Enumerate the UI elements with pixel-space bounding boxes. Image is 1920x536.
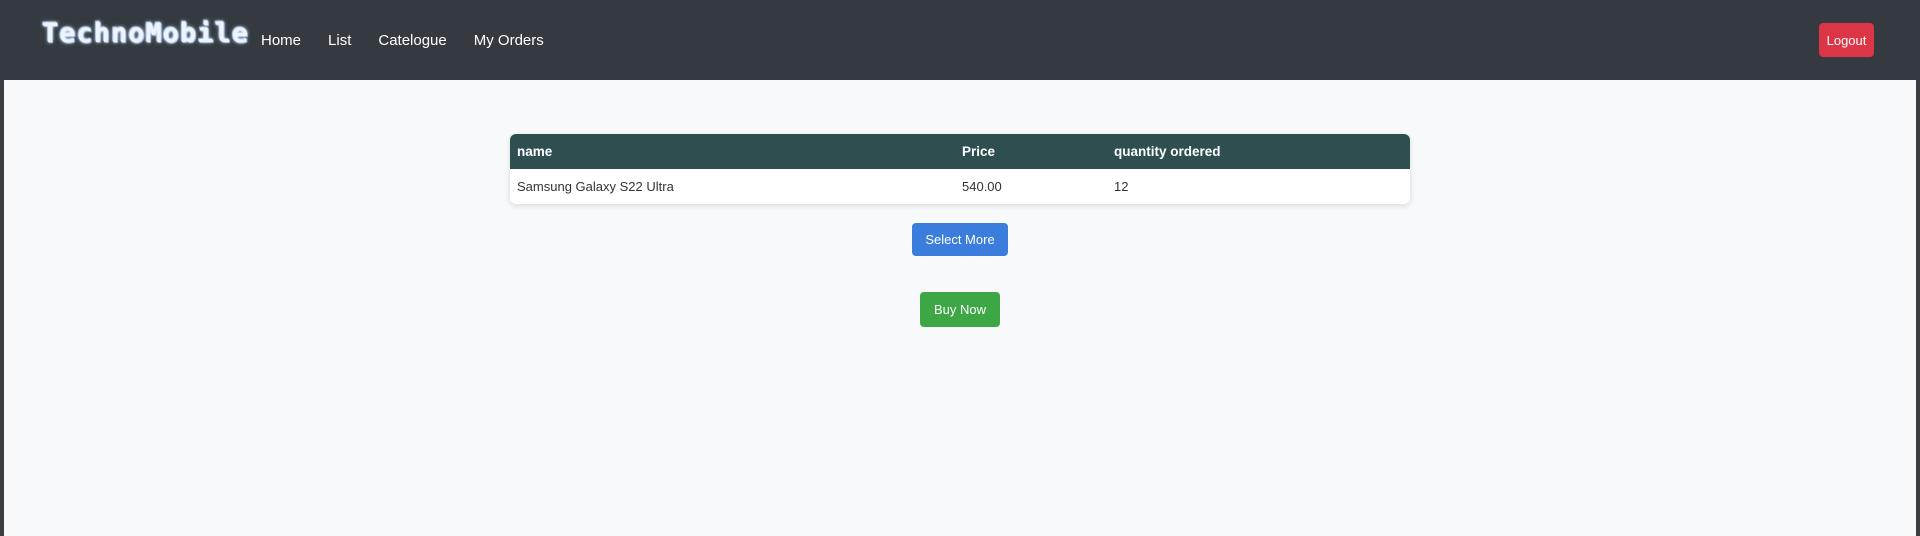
nav-link-catelogue[interactable]: Catelogue: [378, 32, 446, 49]
orders-table-card: name Price quantity ordered Samsung Gala…: [510, 134, 1410, 204]
window-right-border: [1916, 80, 1920, 536]
nav-link-my-orders[interactable]: My Orders: [474, 32, 544, 49]
orders-table: name Price quantity ordered Samsung Gala…: [510, 134, 1410, 204]
top-navbar: TechnoMobile Home List Catelogue My Orde…: [0, 0, 1920, 80]
logout-button[interactable]: Logout: [1819, 23, 1874, 57]
nav-links: Home List Catelogue My Orders: [261, 0, 571, 80]
nav-link-list[interactable]: List: [328, 32, 351, 49]
column-header-quantity: quantity ordered: [1114, 144, 1221, 159]
cell-quantity: 12: [1114, 179, 1129, 194]
buy-now-button[interactable]: Buy Now: [920, 292, 1000, 327]
table-header-row: name Price quantity ordered: [510, 134, 1410, 169]
column-header-price: Price: [962, 144, 996, 159]
nav-link-home[interactable]: Home: [261, 32, 301, 49]
brand-logo[interactable]: TechnoMobile: [42, 18, 249, 49]
column-header-name: name: [517, 144, 553, 159]
table-row: Samsung Galaxy S22 Ultra 540.00 12: [510, 169, 1410, 204]
cell-price: 540.00: [962, 179, 1002, 194]
app-window: TechnoMobile Home List Catelogue My Orde…: [0, 0, 1920, 536]
cell-product-name: Samsung Galaxy S22 Ultra: [517, 179, 674, 194]
select-more-button[interactable]: Select More: [912, 223, 1008, 256]
